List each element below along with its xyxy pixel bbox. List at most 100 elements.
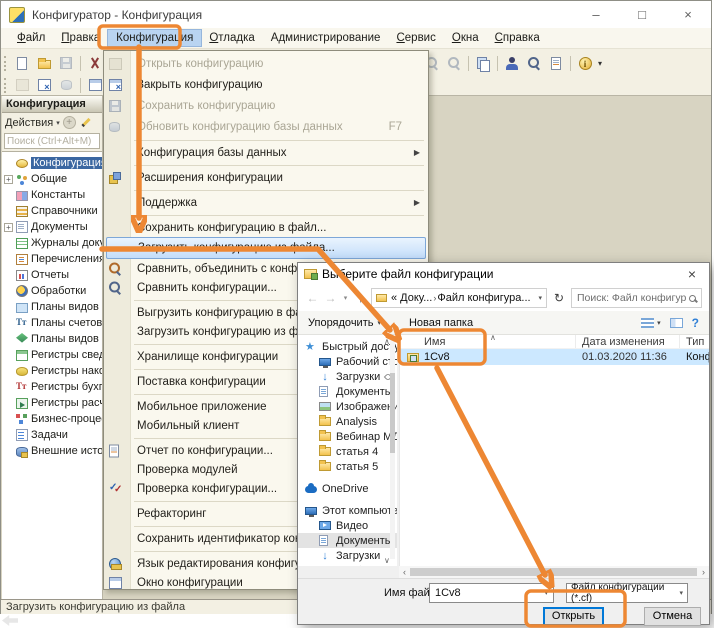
menu-service[interactable]: Сервис — [388, 30, 443, 46]
nav-item-downloads[interactable]: ↓Загрузки — [298, 369, 397, 384]
column-name[interactable]: Имя — [400, 335, 576, 348]
nav-item-documents-2[interactable]: Документы — [298, 533, 397, 548]
add-button[interactable]: + — [63, 116, 76, 129]
nav-item-article-5[interactable]: статья 5 — [298, 459, 397, 474]
actions-button[interactable]: Действия — [5, 117, 53, 129]
maximize-button[interactable]: □ — [619, 1, 665, 28]
view-mode-button[interactable]: ▾ — [641, 318, 661, 328]
nav-scrollbar-thumb[interactable] — [390, 373, 395, 453]
breadcrumb-segment[interactable]: « Доку... — [391, 292, 432, 304]
scroll-left-icon[interactable]: ‹ — [399, 567, 410, 577]
new-folder-button[interactable]: Новая папка — [409, 317, 473, 329]
dialog-search-input[interactable] — [577, 292, 686, 304]
menu-file[interactable]: Файл — [9, 30, 53, 46]
nav-item-article-4[interactable]: статья 4 — [298, 444, 397, 459]
nav-item-pictures-2[interactable]: Изображения — [298, 563, 397, 566]
nav-item-documents[interactable]: Документы — [298, 384, 397, 399]
menu-debug[interactable]: Отладка — [201, 30, 262, 46]
expand-icon[interactable]: + — [4, 223, 13, 232]
wizard-button[interactable] — [501, 53, 523, 73]
cancel-button[interactable]: Отмена — [644, 607, 701, 626]
horizontal-scrollbar[interactable]: ‹ › — [399, 566, 709, 578]
column-date-modified[interactable]: Дата изменения — [576, 335, 680, 348]
column-type[interactable]: Тип — [680, 336, 709, 348]
config-menu-item-save-to-file[interactable]: Сохранить конфигурацию в файл... — [104, 218, 428, 237]
toolbar-grip[interactable] — [4, 56, 8, 71]
history-caret-icon[interactable]: ▾ — [341, 294, 350, 302]
config-menu-item-db-configuration[interactable]: Конфигурация базы данных▶ — [104, 143, 428, 162]
nav-scrollbar[interactable] — [390, 339, 395, 559]
expand-icon[interactable]: + — [4, 175, 13, 184]
config-menu-item-extensions[interactable]: Расширения конфигурации — [104, 168, 428, 187]
info-button[interactable] — [574, 53, 596, 73]
menu-windows[interactable]: Окна — [444, 30, 487, 46]
minimize-button[interactable]: – — [573, 1, 619, 28]
nav-scroll-up-icon[interactable]: ∧ — [384, 337, 390, 346]
menu-configuration[interactable]: Конфигурация — [108, 30, 201, 46]
copy-pages-button[interactable] — [472, 53, 494, 73]
tree-item-reports[interactable]: Отчеты — [3, 267, 102, 283]
breadcrumb-caret-icon[interactable]: ▾ — [538, 294, 542, 302]
tree-item-calc-registers[interactable]: Регистры расчета — [3, 395, 102, 411]
forward-icon[interactable]: → — [323, 291, 338, 305]
toolbar-overflow-icon[interactable]: ▾ — [598, 59, 602, 68]
config-menu-item-save-configuration[interactable]: Сохранить конфигурацию — [104, 95, 428, 116]
file-row-1Cv8[interactable]: 1Cv801.03.2020 11:36Конф — [400, 349, 709, 365]
tree-item-accounting-registers[interactable]: Регистры бухгалтерии — [3, 379, 102, 395]
open-button[interactable]: Открыть — [543, 607, 604, 626]
config-menu-item-update-db-configuration[interactable]: Обновить конфигурацию базы данныхF7 — [104, 116, 428, 137]
tree-item-constants[interactable]: Константы — [3, 187, 102, 203]
config-db-button[interactable] — [33, 75, 55, 95]
scroll-right-icon[interactable]: › — [698, 567, 709, 577]
open-file-button[interactable] — [33, 53, 55, 73]
nav-scroll-down-icon[interactable]: ∨ — [384, 556, 390, 565]
up-icon[interactable]: ↑ — [353, 291, 368, 305]
syntax-check-button[interactable] — [523, 53, 545, 73]
toolbar-grip[interactable] — [4, 78, 8, 93]
tree-item-data-processors[interactable]: Обработки — [3, 283, 102, 299]
organize-button[interactable]: Упорядочить ▾ — [308, 317, 381, 329]
tree-item-enums[interactable]: Перечисления — [3, 251, 102, 267]
filetype-combo[interactable]: Файл конфигурации (*.cf) ▾ — [566, 583, 688, 603]
tree-item-external-sources[interactable]: Внешние источники данных — [3, 443, 102, 459]
nav-item-quick-access[interactable]: ★Быстрый доступ — [298, 339, 397, 354]
tree-item-char-type-plans[interactable]: Планы видов характеристик — [3, 299, 102, 315]
tree-item-info-registers[interactable]: Регистры сведений — [3, 347, 102, 363]
tree-item-calc-type-plans[interactable]: Планы видов расчета — [3, 331, 102, 347]
tree-item-account-plans[interactable]: Планы счетов — [3, 315, 102, 331]
tree-item-tasks[interactable]: Задачи — [3, 427, 102, 443]
nav-item-onedrive[interactable]: OneDrive — [298, 481, 397, 496]
breadcrumb[interactable]: « Доку...›Файл конфигура... ▾ — [371, 288, 547, 308]
tree-item-documents[interactable]: +Документы — [3, 219, 102, 235]
nav-item-webinar-mdlp[interactable]: Вебинар МДЛП — [298, 429, 397, 444]
close-button[interactable]: × — [665, 1, 711, 28]
tree-search-input[interactable] — [4, 133, 100, 149]
module-template-button[interactable] — [545, 53, 567, 73]
menu-administration[interactable]: Администрирование — [263, 30, 389, 46]
nav-item-pictures[interactable]: Изображени — [298, 399, 397, 414]
filename-combo[interactable]: 1Cv8 ▾ — [429, 583, 554, 603]
tree-item-business-processes[interactable]: Бизнес-процессы — [3, 411, 102, 427]
help-icon[interactable]: ? — [692, 316, 699, 330]
tree-item-accum-registers[interactable]: Регистры накопления — [3, 363, 102, 379]
refresh-icon[interactable]: ↻ — [550, 291, 568, 305]
menu-help[interactable]: Справка — [487, 30, 548, 46]
edit-pencil-icon[interactable] — [81, 118, 90, 127]
tree-item-common[interactable]: +Общие — [3, 171, 102, 187]
nav-item-videos[interactable]: Видео — [298, 518, 397, 533]
config-menu-item-open-configuration[interactable]: Открыть конфигурацию — [104, 53, 428, 74]
preview-pane-icon[interactable] — [670, 318, 683, 328]
nav-item-analysis[interactable]: Analysis — [298, 414, 397, 429]
config-menu-item-load-from-file[interactable]: Загрузить конфигурацию из файла... — [106, 237, 426, 259]
config-menu-item-close-configuration[interactable]: Закрыть конфигурацию — [104, 74, 428, 95]
nav-item-desktop[interactable]: Рабочий сто — [298, 354, 397, 369]
nav-item-downloads-2[interactable]: ↓Загрузки — [298, 548, 397, 563]
dialog-close-icon[interactable]: × — [675, 263, 709, 285]
tree-item-configuration[interactable]: Конфигурация — [3, 155, 102, 171]
new-document-button[interactable] — [11, 53, 33, 73]
config-menu-item-support[interactable]: Поддержка▶ — [104, 193, 428, 212]
tree-item-document-journals[interactable]: Журналы документов — [3, 235, 102, 251]
scrollbar-thumb[interactable] — [410, 568, 697, 576]
back-icon[interactable]: ← — [305, 291, 320, 305]
menu-edit[interactable]: Правка — [53, 30, 108, 46]
